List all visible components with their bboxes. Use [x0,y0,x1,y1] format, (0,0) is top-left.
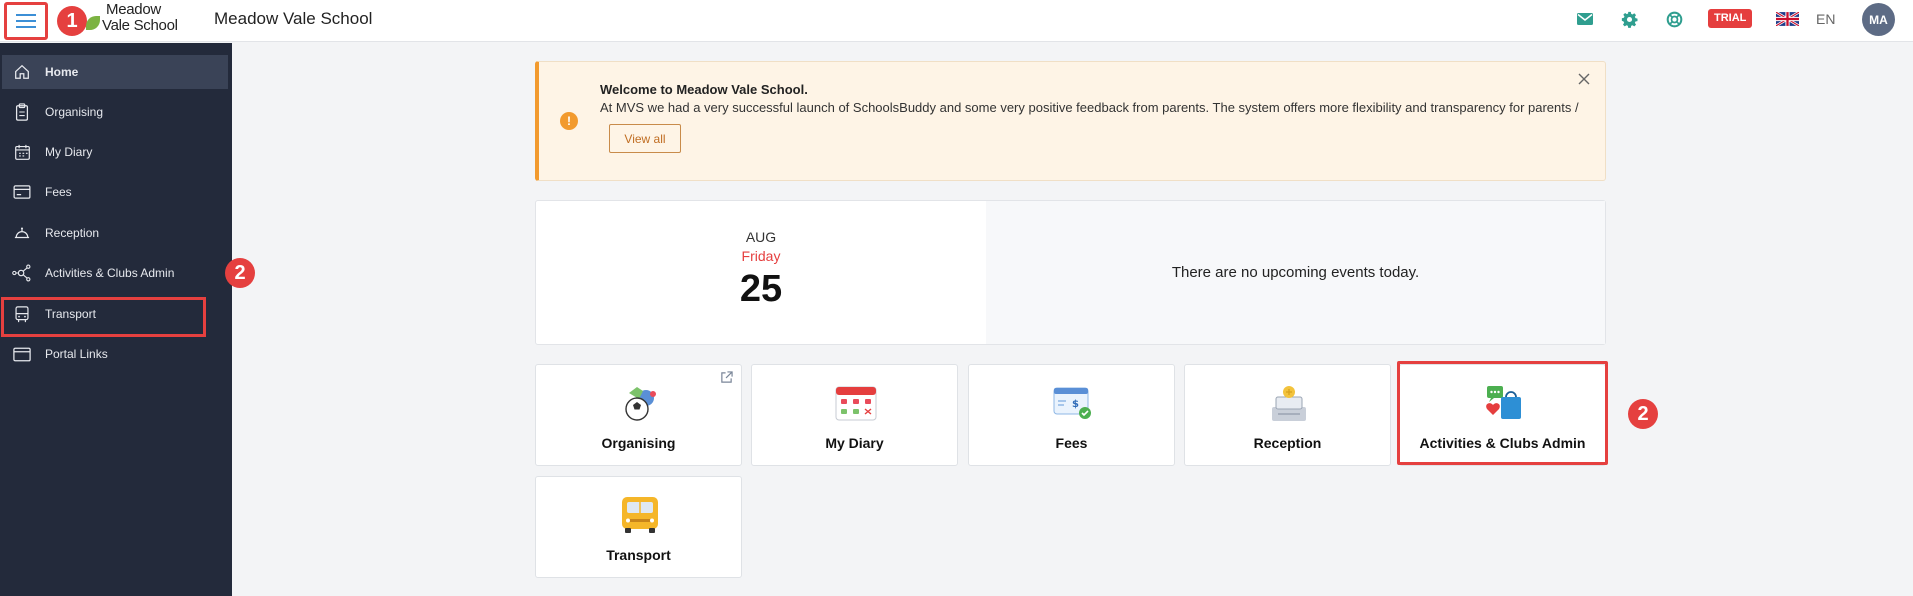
tile-label: Transport [606,547,671,563]
date-month: AUG [745,229,777,245]
uk-flag-icon[interactable] [1775,10,1800,28]
school-bus-icon [619,495,661,535]
sidebar-item-label: Organising [45,105,104,119]
school-logo[interactable]: Meadow Vale School [86,2,182,38]
clipboard-icon [12,102,32,122]
sidebar-item-organising[interactable]: Organising [2,95,228,129]
no-events-text: There are no upcoming events today. [1171,264,1420,281]
alert-message: At MVS we had a very successful launch o… [600,100,1579,115]
tile-label: Fees [1055,435,1088,451]
sidebar-item-label: My Diary [45,145,93,159]
page-title: Meadow Vale School [214,9,373,28]
card-icon [12,182,32,202]
sidebar-item-activities-clubs-admin[interactable]: Activities & Clubs Admin [2,256,228,290]
organising-icon [619,383,661,423]
svg-text:$: $ [1072,399,1079,410]
alert-title: Welcome to Meadow Vale School. [600,82,808,97]
help-lifebuoy-icon[interactable] [1665,10,1683,28]
sidebar-item-label: Reception [45,226,100,240]
external-link-icon[interactable] [720,371,733,384]
highlight-box-sidebar [1,297,206,337]
callout-badge-2-tile: 2 [1628,399,1658,429]
sidebar-item-home[interactable]: Home [2,55,228,89]
top-header: 1 Meadow Vale School Meadow Vale School … [0,0,1913,42]
sidebar-item-portal-links[interactable]: Portal Links [2,337,228,371]
network-icon [12,263,32,283]
tile-transport[interactable]: Transport [535,476,742,578]
events-panel: There are no upcoming events today. [986,201,1605,344]
tile-label: Organising [601,435,676,451]
hamburger-icon [16,13,36,29]
tile-fees[interactable]: $ Fees [968,364,1175,466]
mail-icon[interactable] [1576,10,1594,28]
tile-label: Reception [1253,435,1322,451]
today-card: AUG Friday 25 There are no upcoming even… [535,200,1606,345]
trial-badge: TRIAL [1708,9,1753,28]
calendar-icon [12,142,32,162]
sidebar-nav: Home Organising My Diary Fees Reception … [0,43,232,596]
callout-badge-2-sidebar: 2 [225,258,255,288]
sidebar-item-reception[interactable]: Reception [2,216,228,250]
leaf-logo-icon [86,16,100,30]
date-panel: AUG Friday 25 [536,201,986,344]
sidebar-item-label: Home [45,65,79,79]
hamburger-menu-button[interactable] [4,2,48,40]
highlight-box-tile [1397,361,1608,465]
logo-text-line1: Meadow [106,1,161,18]
view-all-button[interactable]: View all [609,124,681,153]
callout-badge-1: 1 [57,6,87,36]
home-icon [12,62,32,82]
date-weekday: Friday [741,248,781,264]
fees-icon: $ [1052,383,1094,423]
reception-icon [1268,383,1310,423]
date-day: 25 [739,268,783,310]
sidebar-item-label: Activities & Clubs Admin [45,266,175,280]
calendar-icon [835,383,877,423]
sidebar-item-label: Fees [45,185,72,199]
gear-icon[interactable] [1620,10,1638,28]
tile-label: My Diary [825,435,884,451]
bell-icon [12,223,32,243]
window-icon [12,344,32,364]
sidebar-item-fees[interactable]: Fees [2,175,228,209]
close-icon[interactable] [1577,72,1591,86]
logo-text-line2: Vale School [102,17,178,34]
sidebar-item-label: Portal Links [45,347,108,361]
warning-icon: ! [560,112,578,130]
sidebar-item-my-diary[interactable]: My Diary [2,135,228,169]
language-selector[interactable]: EN [1816,11,1835,27]
tile-reception[interactable]: Reception [1184,364,1391,466]
welcome-alert: ! Welcome to Meadow Vale School. At MVS … [535,61,1606,181]
tile-my-diary[interactable]: My Diary [751,364,958,466]
tile-organising[interactable]: Organising [535,364,742,466]
user-avatar[interactable]: MA [1862,3,1895,36]
